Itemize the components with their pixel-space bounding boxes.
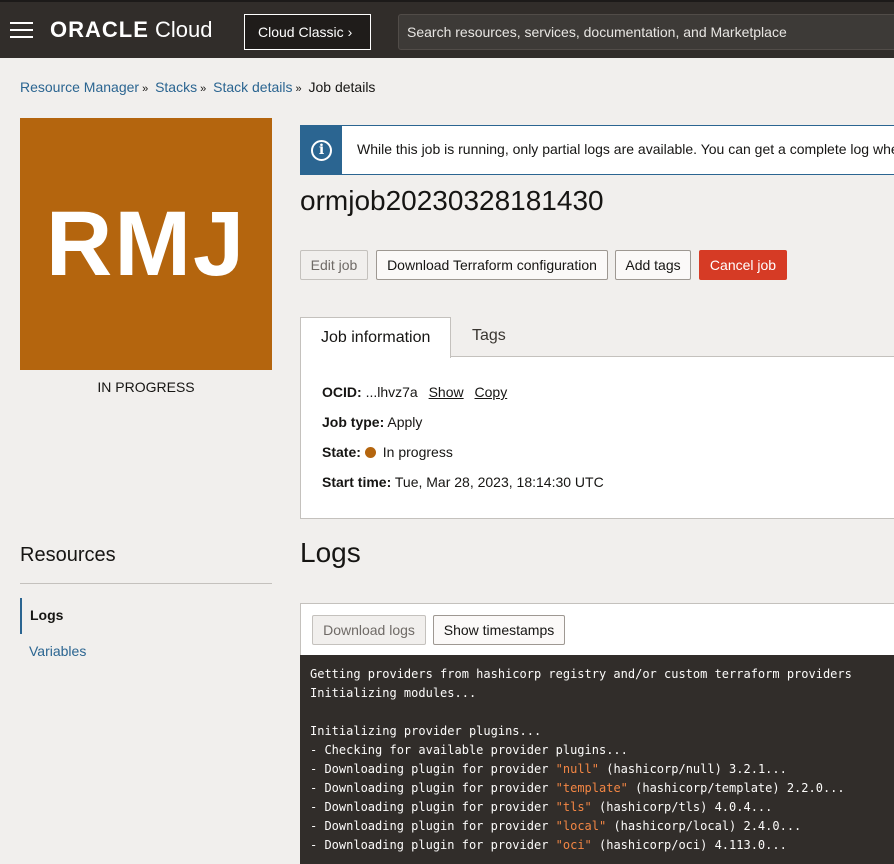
- resources-item-variables[interactable]: Variables: [20, 643, 86, 659]
- job-badge-state: IN PROGRESS: [97, 379, 195, 395]
- copy-ocid-link[interactable]: Copy: [475, 384, 508, 400]
- log-line: Getting providers from hashicorp registr…: [310, 667, 852, 681]
- ocid-value: ...lhvz7a: [365, 384, 418, 400]
- info-banner: i While this job is running, only partia…: [300, 125, 894, 175]
- job-type-row: Job type: Apply: [322, 414, 423, 430]
- breadcrumb: Resource Manager» Stacks» Stack details»…: [20, 79, 376, 95]
- log-line: Initializing modules...: [310, 686, 477, 700]
- info-icon: i: [311, 140, 332, 161]
- download-logs-button[interactable]: Download logs: [312, 615, 426, 645]
- add-tags-button[interactable]: Add tags: [615, 250, 691, 280]
- breadcrumb-stack-details[interactable]: Stack details: [213, 79, 292, 95]
- log-line: - Downloading plugin for provider "null"…: [310, 762, 787, 776]
- show-timestamps-button[interactable]: Show timestamps: [433, 615, 565, 645]
- job-info-panel: OCID: ...lhvz7a Show Copy Job type: Appl…: [300, 356, 894, 519]
- log-line: - Downloading plugin for provider "local…: [310, 819, 802, 833]
- cloud-classic-button[interactable]: Cloud Classic ›: [244, 14, 371, 50]
- resources-item-logs[interactable]: Logs: [20, 598, 63, 634]
- breadcrumb-resource-manager[interactable]: Resource Manager: [20, 79, 139, 95]
- cancel-job-button[interactable]: Cancel job: [699, 250, 787, 280]
- search-input[interactable]: [398, 14, 894, 50]
- log-line: Initializing provider plugins...: [310, 724, 542, 738]
- hamburger-menu-icon[interactable]: [10, 22, 33, 38]
- log-console[interactable]: Getting providers from hashicorp registr…: [300, 655, 894, 864]
- start-time-row: Start time: Tue, Mar 28, 2023, 18:14:30 …: [322, 474, 604, 490]
- log-line: - Checking for available provider plugin…: [310, 743, 628, 757]
- log-line: - Downloading plugin for provider "oci" …: [310, 838, 787, 852]
- ocid-row: OCID: ...lhvz7a Show Copy: [322, 384, 508, 400]
- banner-text: While this job is running, only partial …: [357, 141, 894, 157]
- job-badge: RMJ: [20, 118, 272, 370]
- download-terraform-button[interactable]: Download Terraform configuration: [376, 250, 608, 280]
- tab-job-information[interactable]: Job information: [300, 317, 451, 358]
- log-line: - Downloading plugin for provider "tls" …: [310, 800, 773, 814]
- top-bar: ORACLE Cloud Cloud Classic ›: [0, 0, 894, 58]
- page-title: ormjob20230328181430: [300, 185, 604, 216]
- tab-tags[interactable]: Tags: [472, 327, 506, 345]
- divider: [20, 583, 272, 584]
- oracle-cloud-logo[interactable]: ORACLE Cloud: [50, 17, 213, 43]
- logs-title: Logs: [300, 537, 361, 568]
- logs-toolbar: Download logs Show timestamps: [300, 603, 894, 656]
- state-value: In progress: [382, 444, 453, 460]
- start-time-value: Tue, Mar 28, 2023, 18:14:30 UTC: [394, 474, 604, 490]
- state-row: State: In progress: [322, 444, 453, 460]
- state-dot-icon: [364, 447, 376, 458]
- breadcrumb-stacks[interactable]: Stacks: [155, 79, 197, 95]
- show-ocid-link[interactable]: Show: [429, 384, 464, 400]
- chevron-right-icon: ›: [347, 24, 353, 40]
- resources-title: Resources: [20, 544, 116, 566]
- breadcrumb-current: Job details: [308, 79, 376, 95]
- edit-job-button[interactable]: Edit job: [300, 250, 368, 280]
- banner-icon-strip: i: [301, 126, 342, 174]
- job-type-value: Apply: [387, 414, 423, 430]
- log-line: - Downloading plugin for provider "templ…: [310, 781, 845, 795]
